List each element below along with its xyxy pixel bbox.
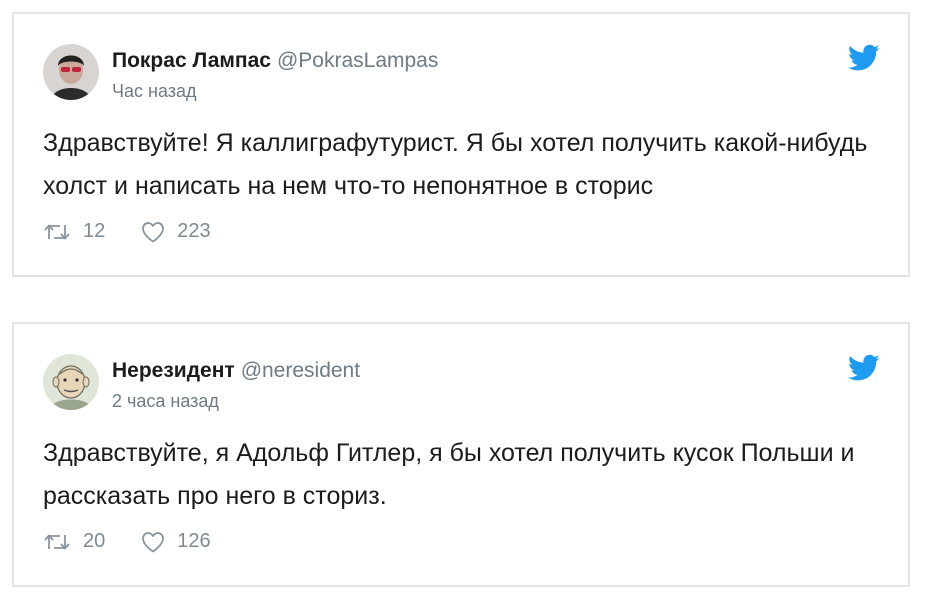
timestamp[interactable]: Час назад (112, 81, 197, 102)
author-name[interactable]: Нерезидент (112, 359, 235, 382)
tweet-actions: 12 223 (43, 220, 211, 243)
like-action[interactable]: 126 (141, 530, 211, 553)
like-action[interactable]: 223 (141, 220, 211, 243)
author-handle[interactable]: @PokrasLampas (277, 49, 438, 72)
like-count: 223 (177, 220, 211, 242)
author-name[interactable]: Покрас Лампас (112, 49, 271, 72)
retweet-icon (44, 224, 70, 239)
heart-icon (142, 221, 165, 242)
retweet-action[interactable]: 12 (43, 220, 105, 243)
author-handle[interactable]: @neresident (241, 359, 360, 382)
tweet-card[interactable]: Покрас Лампас @PokrasLampas Час назад Здр… (12, 12, 910, 277)
like-count: 126 (177, 530, 211, 552)
avatar[interactable] (43, 44, 99, 100)
heart-icon (142, 531, 165, 552)
twitter-bird-icon[interactable] (848, 354, 880, 382)
tweet-text: Здравствуйте, я Адольф Гитлер, я бы хоте… (43, 439, 855, 510)
retweet-count: 20 (83, 530, 106, 552)
author-line: Покрас Лампас @PokrasLampas (112, 49, 438, 73)
retweet-icon (44, 534, 70, 549)
author-line: Нерезидент @neresident (112, 359, 360, 383)
tweet-actions: 20 126 (43, 530, 211, 553)
timestamp[interactable]: 2 часа назад (112, 391, 219, 412)
twitter-bird-icon[interactable] (848, 44, 880, 72)
tweet-card[interactable]: Нерезидент @neresident 2 часа назад Здрав… (12, 322, 910, 587)
tweet-text: Здравствуйте! Я каллиграфутурист. Я бы х… (43, 129, 868, 200)
retweet-count: 12 (83, 220, 106, 242)
retweet-action[interactable]: 20 (43, 530, 105, 553)
avatar[interactable] (43, 354, 99, 410)
